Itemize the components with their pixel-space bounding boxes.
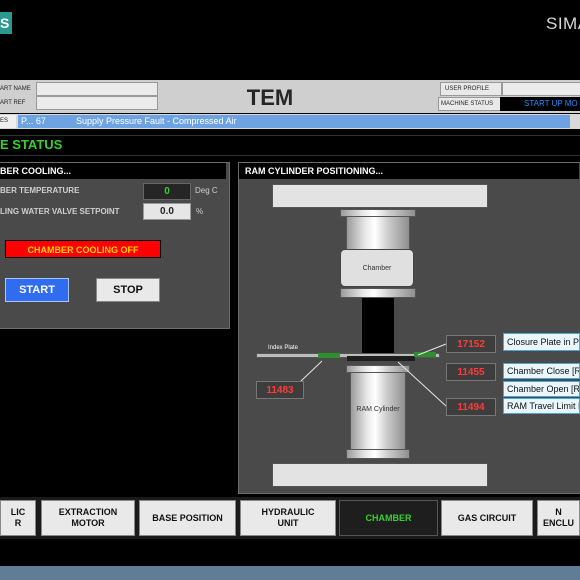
left-counter-pointer: [299, 360, 323, 383]
nav-gas-circuit[interactable]: GAS CIRCUIT: [441, 500, 533, 536]
nav-extraction-motor[interactable]: EXTRACTION MOTOR: [41, 500, 135, 536]
chamber-upper-body: [346, 216, 410, 250]
counter-right-bottom: 11494: [446, 398, 496, 416]
nav-enclosure[interactable]: N ENCLU: [537, 500, 580, 536]
status-bar: [0, 135, 580, 156]
part-name-field[interactable]: [36, 82, 158, 96]
ram-panel-title: RAM CYLINDER POSITIONING...: [239, 163, 579, 179]
valve-setpoint-label: LING WATER VALVE SETPOINT: [0, 207, 120, 216]
alarm-message-box[interactable]: P... 67 Supply Pressure Fault - Compress…: [18, 115, 570, 128]
signal-closure-plate: Closure Plate in Po: [503, 333, 580, 351]
alarm-message: Supply Pressure Fault - Compressed Air: [76, 116, 237, 126]
part-ref-field[interactable]: [36, 96, 158, 110]
chamber-temperature-value: 0: [143, 183, 191, 200]
valve-setpoint-input[interactable]: 0.0: [143, 203, 191, 220]
top-plate: [272, 184, 488, 208]
stop-button[interactable]: STOP: [96, 278, 160, 302]
nav-chamber[interactable]: CHAMBER: [339, 500, 438, 536]
signal-ram-travel-limit: RAM Travel Limit E: [503, 398, 580, 414]
cooling-status-alarm: CHAMBER COOLING OFF: [5, 240, 161, 258]
alarm-tag[interactable]: ES: [0, 115, 16, 128]
chamber-bottom-flange: [340, 288, 416, 298]
machine-status-label: MACHINE STATUS: [438, 97, 502, 111]
signal-chamber-open: Chamber Open [RA: [503, 381, 580, 397]
temperature-unit: Deg C: [195, 186, 218, 195]
bottom-strip: [0, 566, 580, 580]
chamber-body: Chamber: [340, 249, 414, 287]
machine-status-value: START UP MO: [500, 97, 580, 111]
start-button[interactable]: START: [5, 278, 69, 302]
user-profile-label: USER PROFILE: [440, 82, 502, 96]
counter-right-top: 17152: [446, 335, 496, 353]
nav-hydraulic-unit[interactable]: HYDRAULIC UNIT: [240, 500, 336, 536]
cooling-panel-title: BER COOLING...: [0, 163, 226, 179]
valve-unit: %: [196, 207, 204, 216]
part-ref-label: ART REF: [0, 100, 26, 106]
right-bottom-pointer: [397, 361, 447, 407]
right-top-pointer: [417, 343, 447, 356]
brand-name: SIMA: [546, 14, 580, 33]
nav-hydraulic[interactable]: LIC R: [0, 500, 36, 536]
ram-cylinder-bottom-flange: [346, 449, 410, 459]
siemens-logo-icon: S: [0, 12, 12, 34]
user-profile-field[interactable]: [502, 82, 580, 96]
signal-chamber-close: Chamber Close [RA: [503, 363, 580, 379]
chamber-label: Chamber: [362, 265, 392, 272]
base-plate: [272, 463, 488, 487]
part-name-label: ART NAME: [0, 86, 31, 92]
chamber-temperature-label: BER TEMPERATURE: [0, 186, 80, 195]
alarm-code: P... 67: [21, 116, 46, 126]
page-title: TEM: [246, 85, 294, 110]
counter-left: 11483: [256, 381, 304, 399]
nav-base-position[interactable]: BASE POSITION: [139, 500, 236, 536]
status-title: E STATUS: [0, 137, 63, 152]
counter-right-mid: 11455: [446, 363, 496, 381]
